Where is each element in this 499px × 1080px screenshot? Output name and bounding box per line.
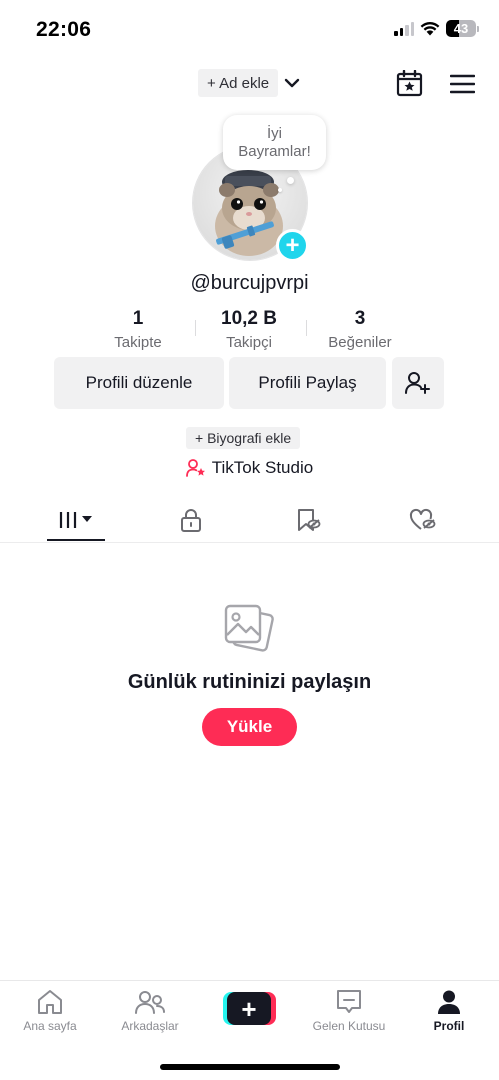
upload-button[interactable]: Yükle — [202, 708, 297, 746]
add-friend-button[interactable] — [392, 357, 444, 409]
tiktok-studio-link[interactable]: TikTok Studio — [0, 458, 499, 478]
wifi-icon — [420, 22, 440, 36]
stat-likes[interactable]: 3 Beğeniler — [305, 308, 415, 351]
bubble-tail — [287, 177, 294, 184]
home-icon — [38, 990, 62, 1014]
profile-icon — [438, 990, 460, 1014]
active-tab-indicator — [47, 539, 105, 541]
status-time: 22:06 — [36, 18, 92, 41]
nav-friends[interactable]: Arkadaşlar — [100, 989, 200, 1033]
status-bar: 22:06 43 — [0, 0, 499, 60]
add-user-icon — [405, 372, 430, 394]
friends-icon — [135, 991, 165, 1014]
note-line-2: Bayramlar! — [238, 142, 311, 160]
studio-label: TikTok Studio — [211, 458, 314, 477]
stat-label: Beğeniler — [328, 334, 392, 351]
tab-private[interactable] — [162, 497, 220, 542]
nav-label: Gelen Kutusu — [312, 1019, 386, 1033]
battery-level: 43 — [453, 21, 469, 36]
add-account-button[interactable]: + Ad ekle — [198, 69, 279, 97]
home-indicator — [160, 1064, 340, 1070]
heart-hidden-icon — [409, 508, 436, 530]
profile-header: + Ad ekle — [0, 66, 499, 102]
tab-liked[interactable] — [394, 497, 452, 542]
stat-followers[interactable]: 10,2 B Takipçi — [194, 308, 304, 351]
nav-profile[interactable]: Profil — [399, 989, 499, 1033]
add-story-icon[interactable]: + — [276, 229, 309, 262]
profile-tabs — [0, 497, 499, 543]
profile-stats: 1 Takipte 10,2 B Takipçi 3 Beğeniler — [81, 308, 421, 354]
status-indicators: 43 — [394, 20, 479, 37]
grid-videos-icon — [59, 511, 92, 528]
calendar-star-icon[interactable] — [396, 70, 423, 97]
create-button[interactable]: + — [223, 992, 276, 1025]
stat-value: 10,2 B — [221, 308, 277, 329]
note-bubble[interactable]: İyi Bayramlar! — [223, 115, 326, 170]
tab-videos[interactable] — [47, 497, 105, 542]
tab-saved[interactable] — [279, 497, 337, 542]
create-icon: + — [227, 992, 271, 1025]
stat-label: Takipte — [114, 334, 162, 351]
battery-icon: 43 — [446, 20, 476, 37]
lock-icon — [181, 508, 201, 532]
menu-icon[interactable] — [450, 73, 475, 95]
edit-profile-button[interactable]: Profili düzenle — [54, 357, 224, 409]
bookmark-hidden-icon — [298, 508, 321, 531]
bubble-tail-small — [278, 188, 282, 192]
nav-label: Profil — [433, 1019, 465, 1033]
nav-label: Ana sayfa — [23, 1019, 77, 1033]
nav-label: Arkadaşlar — [121, 1019, 179, 1033]
chevron-down-icon[interactable] — [283, 74, 301, 92]
add-bio-button[interactable]: + Biyografi ekle — [186, 427, 301, 449]
nav-inbox[interactable]: Gelen Kutusu — [299, 989, 399, 1033]
stat-value: 3 — [354, 308, 366, 329]
stat-label: Takipçi — [226, 334, 272, 351]
username: @burcujpvrpi — [190, 272, 309, 294]
stat-following[interactable]: 1 Takipte — [83, 308, 193, 351]
cellular-signal-icon — [394, 21, 414, 36]
empty-state-title: Günlük rutininizi paylaşın — [127, 671, 372, 693]
photo-stack-icon — [224, 604, 274, 652]
studio-user-star-icon — [185, 459, 205, 477]
nav-home[interactable]: Ana sayfa — [0, 989, 100, 1033]
share-profile-button[interactable]: Profili Paylaş — [229, 357, 386, 409]
note-line-1: İyi — [267, 124, 282, 142]
inbox-icon — [337, 990, 361, 1013]
stat-value: 1 — [132, 308, 144, 329]
